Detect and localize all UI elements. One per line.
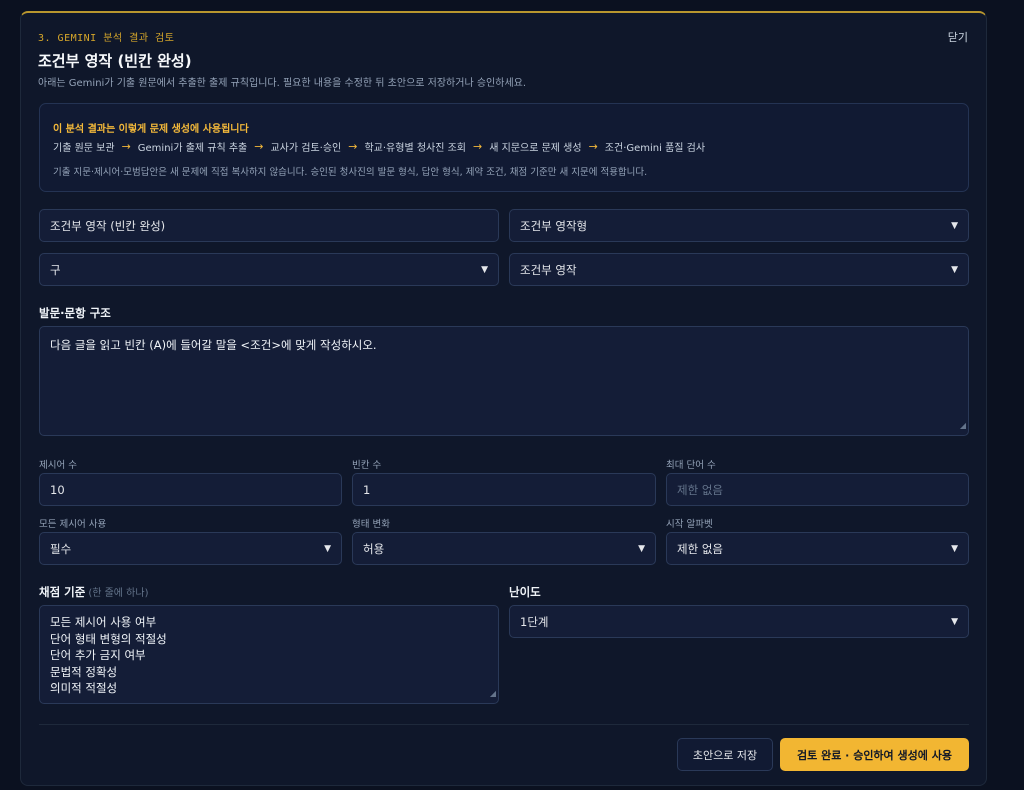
form-change-label: 형태 변화 <box>352 519 390 530</box>
resize-handle-icon[interactable]: ◢ <box>960 417 966 434</box>
arrow-right-icon: → <box>588 140 598 153</box>
flow-step: 기출 원문 보관 <box>53 143 115 154</box>
flow-step: 조건·Gemini 품질 검사 <box>604 143 706 154</box>
max-words-input[interactable]: 제한 없음 <box>666 473 969 506</box>
use-all-label: 모든 제시어 사용 <box>39 519 107 530</box>
criteria-textarea[interactable]: 모든 제시어 사용 여부 단어 형태 변형의 적절성 단어 추가 금지 여부 문… <box>39 605 499 704</box>
criteria-hint: (한 줄에 하나) <box>88 588 149 599</box>
usage-info-title: 이 분석 결과는 이렇게 문제 생성에 사용됩니다 <box>53 124 249 135</box>
arrow-right-icon: → <box>254 140 264 153</box>
word-count-label: 제시어 수 <box>39 460 77 471</box>
use-all-value: 필수 <box>50 541 72 556</box>
save-draft-button[interactable]: 초안으로 저장 <box>677 738 773 771</box>
blueprint-name-value: 조건부 영작 (빈칸 완성) <box>50 218 166 233</box>
chevron-down-icon: ▼ <box>951 220 958 231</box>
chevron-down-icon: ▼ <box>481 264 488 275</box>
blank-count-label: 빈칸 수 <box>352 460 382 471</box>
form-change-value: 허용 <box>363 541 385 556</box>
criteria-line: 의미적 적절성 <box>50 681 118 695</box>
start-letter-value: 제한 없음 <box>677 541 723 556</box>
unit-select[interactable]: 구 ▼ <box>39 253 499 286</box>
word-count-input[interactable]: 10 <box>39 473 342 506</box>
flow-step: Gemini가 출제 규칙 추출 <box>137 143 248 154</box>
flow-step: 학교·유형별 청사진 조회 <box>364 143 467 154</box>
arrow-right-icon: → <box>348 140 358 153</box>
blank-count-input[interactable]: 1 <box>352 473 656 506</box>
blueprint-name-input[interactable]: 조건부 영작 (빈칸 완성) <box>39 209 499 242</box>
criteria-line: 단어 추가 금지 여부 <box>50 648 146 662</box>
approve-button[interactable]: 검토 완료 · 승인하여 생성에 사용 <box>780 738 969 771</box>
question-type-value: 조건부 영작 <box>520 262 577 277</box>
category-select[interactable]: 조건부 영작형 ▼ <box>509 209 969 242</box>
difficulty-select[interactable]: 1단계 ▼ <box>509 605 969 638</box>
criteria-label: 채점 기준 (한 줄에 하나) <box>39 584 149 600</box>
category-value: 조건부 영작형 <box>520 218 588 233</box>
criteria-line: 모든 제시어 사용 여부 <box>50 615 157 629</box>
prompt-textarea[interactable]: 다음 글을 읽고 빈칸 (A)에 들어갈 말을 <조건>에 맞게 작성하시오. … <box>39 326 969 436</box>
chevron-down-icon: ▼ <box>951 543 958 554</box>
start-letter-select[interactable]: 제한 없음 ▼ <box>666 532 969 565</box>
flow-step: 새 지문으로 문제 생성 <box>489 143 582 154</box>
usage-info-box: 이 분석 결과는 이렇게 문제 생성에 사용됩니다 기출 원문 보관 → Gem… <box>39 103 969 192</box>
criteria-line: 문법적 정확성 <box>50 664 118 679</box>
question-type-select[interactable]: 조건부 영작 ▼ <box>509 253 969 286</box>
review-panel: 3. GEMINI 분석 결과 검토 닫기 조건부 영작 (빈칸 완성) 아래는… <box>20 11 987 786</box>
form-change-select[interactable]: 허용 ▼ <box>352 532 656 565</box>
max-words-label: 최대 단어 수 <box>666 460 716 471</box>
usage-flow: 기출 원문 보관 → Gemini가 출제 규칙 추출 → 교사가 검토·승인 … <box>53 139 705 154</box>
chevron-down-icon: ▼ <box>638 543 645 554</box>
chevron-down-icon: ▼ <box>951 264 958 275</box>
page-title: 조건부 영작 (빈칸 완성) <box>38 52 192 70</box>
blank-count-value: 1 <box>363 482 371 497</box>
arrow-right-icon: → <box>121 140 131 153</box>
difficulty-label: 난이도 <box>509 585 541 599</box>
max-words-placeholder: 제한 없음 <box>677 482 723 497</box>
prompt-label: 발문·문항 구조 <box>39 306 111 320</box>
use-all-select[interactable]: 필수 ▼ <box>39 532 342 565</box>
usage-info-note: 기출 지문·제시어·모범답안은 새 문제에 직접 복사하지 않습니다. 승인된 … <box>53 167 648 178</box>
step-label: 3. GEMINI 분석 결과 검토 <box>38 33 175 44</box>
unit-value: 구 <box>50 262 61 277</box>
difficulty-value: 1단계 <box>520 614 549 629</box>
page-subtitle: 아래는 Gemini가 기출 원문에서 추출한 출제 규칙입니다. 필요한 내용… <box>38 78 527 89</box>
flow-step: 교사가 검토·승인 <box>270 143 342 154</box>
word-count-value: 10 <box>50 482 65 497</box>
footer-divider <box>39 724 969 725</box>
criteria-line: 단어 형태 변형의 적절성 <box>50 631 167 646</box>
resize-handle-icon[interactable]: ◢ <box>490 686 496 703</box>
chevron-down-icon: ▼ <box>951 616 958 627</box>
chevron-down-icon: ▼ <box>324 543 331 554</box>
prompt-text: 다음 글을 읽고 빈칸 (A)에 들어갈 말을 <조건>에 맞게 작성하시오. <box>50 338 377 352</box>
start-letter-label: 시작 알파벳 <box>666 519 713 530</box>
close-button[interactable]: 닫기 <box>948 29 968 45</box>
criteria-label-text: 채점 기준 <box>39 585 86 599</box>
arrow-right-icon: → <box>473 140 483 153</box>
